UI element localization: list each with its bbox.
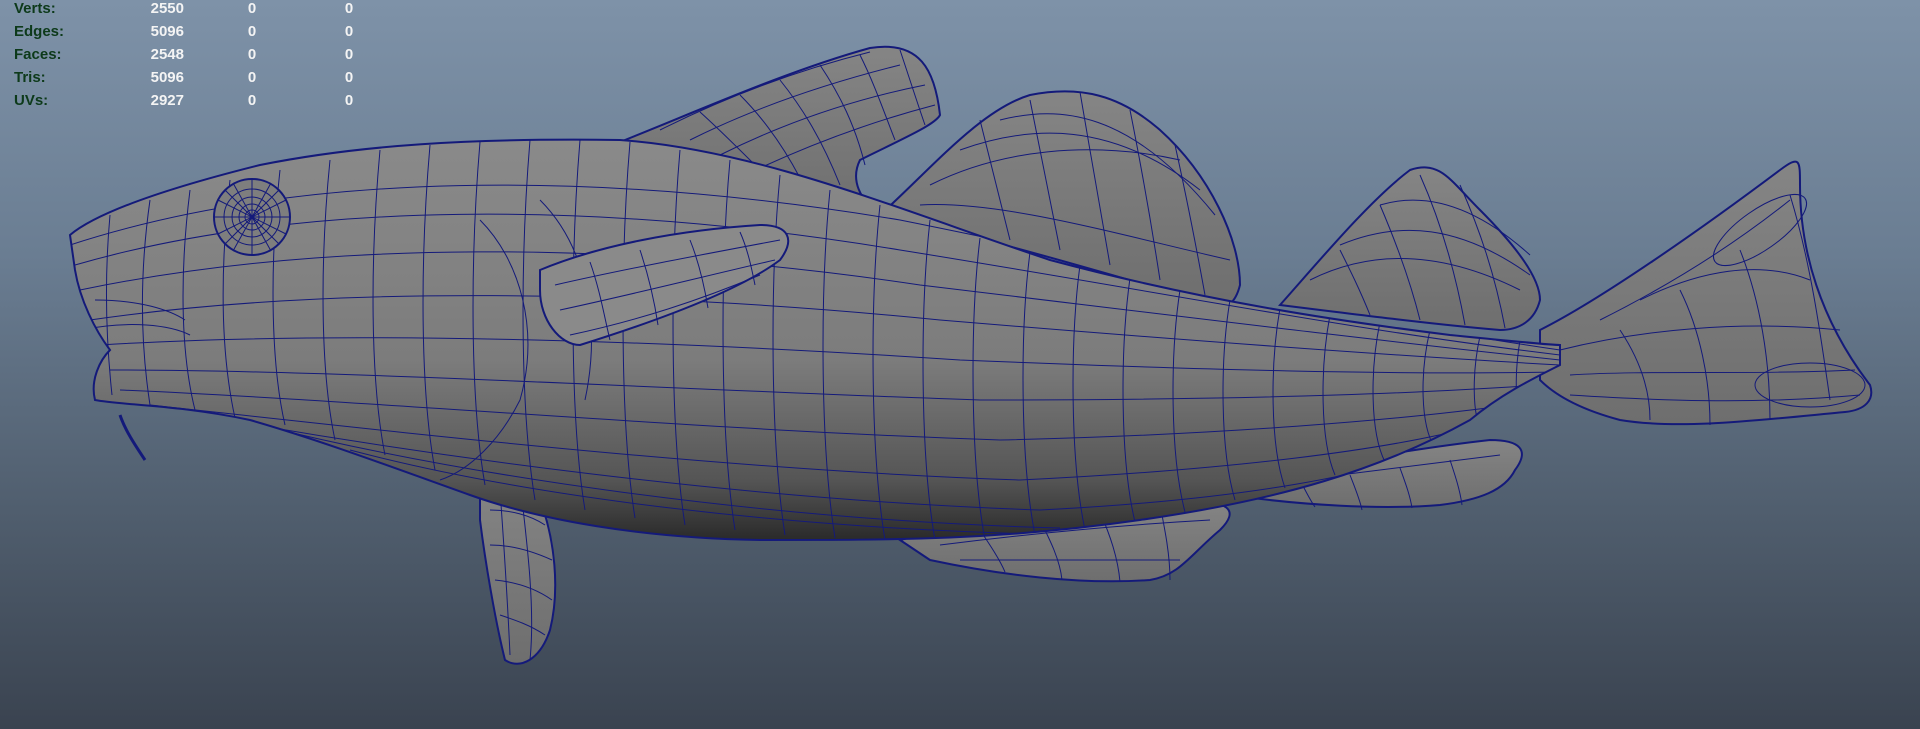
eye [213, 178, 291, 256]
tail-fin [1539, 160, 1873, 426]
3d-viewport[interactable]: Verts: 2550 0 0 Edges: 5096 0 0 Faces: 2… [0, 0, 1920, 729]
dorsal-fin-rear [1277, 166, 1542, 332]
hud-label: UVs: [14, 92, 49, 109]
hud-row-uvs: UVs: 2927 0 0 [14, 86, 394, 115]
poly-count-hud: Verts: 2550 0 0 Edges: 5096 0 0 Faces: 2… [14, 0, 394, 115]
hud-component: 0 [344, 92, 354, 109]
hud-count: 2927 [150, 92, 184, 109]
hud-selected: 0 [247, 92, 257, 109]
barbel [118, 414, 147, 461]
